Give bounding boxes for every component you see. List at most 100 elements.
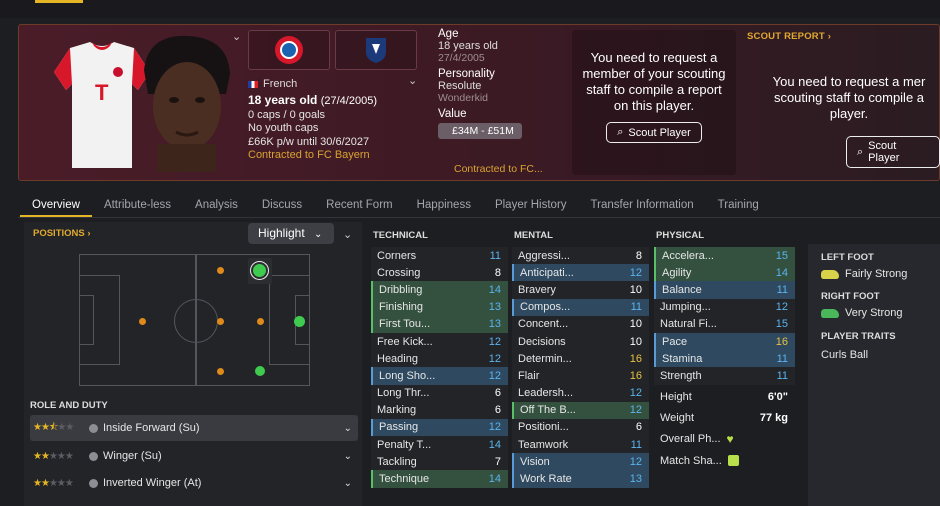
- info-icon[interactable]: [89, 423, 98, 433]
- technical-attribute-row[interactable]: First Tou... 13: [371, 315, 508, 333]
- attribute-value: 16: [775, 335, 788, 348]
- physical-attribute-row[interactable]: Strength 11: [654, 367, 795, 385]
- chevron-down-icon[interactable]: ⌄: [344, 423, 352, 434]
- chevron-down-icon[interactable]: ⌄: [408, 74, 417, 87]
- mental-attribute-row[interactable]: Concent... 10: [512, 315, 649, 333]
- attribute-value: 16: [629, 352, 642, 365]
- highlight-dropdown[interactable]: Highlight ⌄: [248, 223, 334, 244]
- attribute-name: Aggressi...: [518, 249, 570, 262]
- position-dot[interactable]: [139, 318, 146, 325]
- technical-attribute-row[interactable]: Tackling 7: [371, 453, 508, 471]
- technical-attribute-row[interactable]: Finishing 13: [371, 298, 508, 316]
- position-dot-natural[interactable]: [253, 264, 266, 277]
- technical-attribute-row[interactable]: Dribbling 14: [371, 281, 508, 299]
- mental-attribute-row[interactable]: Vision 12: [512, 453, 649, 471]
- mental-attribute-row[interactable]: Bravery 10: [512, 281, 649, 299]
- attribute-value: 15: [775, 318, 788, 331]
- chevron-down-icon[interactable]: ⌄: [344, 451, 352, 462]
- physical-attribute-row[interactable]: Accelera... 15: [654, 247, 795, 265]
- contract-link[interactable]: Contracted to FC Bayern: [248, 149, 377, 163]
- mental-attribute-row[interactable]: Positioni... 6: [512, 418, 649, 437]
- tab-player-history[interactable]: Player History: [483, 197, 579, 217]
- scout-report-link[interactable]: SCOUT REPORT ›: [747, 31, 831, 42]
- attribute-name: Anticipati...: [520, 266, 574, 279]
- attribute-value: 12: [488, 369, 501, 382]
- position-dot[interactable]: [257, 318, 264, 325]
- mental-attribute-row[interactable]: Anticipati... 12: [512, 264, 649, 282]
- technical-attribute-row[interactable]: Free Kick... 12: [371, 332, 508, 351]
- position-dot[interactable]: [217, 267, 224, 274]
- club-crest[interactable]: [248, 30, 330, 70]
- scout-player-button[interactable]: ⌕ Scout Player: [606, 122, 702, 143]
- national-team-crest[interactable]: [335, 30, 417, 70]
- caps: 0 caps / 0 goals: [248, 108, 326, 121]
- mental-attribute-row[interactable]: Teamwork 11: [512, 436, 649, 454]
- attribute-name: Stamina: [662, 352, 703, 365]
- attribute-value: 12: [629, 455, 642, 468]
- attribute-name: Teamwork: [518, 438, 569, 451]
- tab-attribute-less[interactable]: Attribute-less: [92, 197, 183, 217]
- technical-attribute-row[interactable]: Technique 14: [371, 470, 508, 488]
- physical-attribute-row[interactable]: Jumping... 12: [654, 298, 795, 316]
- attribute-name: Free Kick...: [377, 335, 433, 348]
- mental-attribute-row[interactable]: Decisions 10: [512, 332, 649, 351]
- attribute-value: 6: [635, 421, 642, 434]
- technical-attribute-row[interactable]: Crossing 8: [371, 264, 508, 282]
- mental-attribute-row[interactable]: Aggressi... 8: [512, 247, 649, 265]
- attribute-name: Agility: [662, 266, 692, 279]
- tab-discuss[interactable]: Discuss: [250, 197, 314, 217]
- attribute-value: 11: [776, 369, 788, 382]
- physical-attribute-row[interactable]: Agility 14: [654, 264, 795, 282]
- chevron-down-icon[interactable]: ⌄: [343, 228, 352, 241]
- attribute-name: Bravery: [518, 283, 556, 296]
- attribute-value: 13: [488, 318, 501, 331]
- tab-training[interactable]: Training: [706, 197, 771, 217]
- attribute-name: Jumping...: [660, 301, 711, 314]
- youth-caps: No youth caps: [248, 122, 319, 134]
- role-duty-label: ROLE AND DUTY: [30, 400, 108, 411]
- technical-attribute-row[interactable]: Marking 6: [371, 401, 508, 419]
- position-dot-competent[interactable]: [255, 366, 265, 376]
- scout-player-button-2[interactable]: ⌕ Scout Player: [846, 136, 940, 168]
- chevron-down-icon[interactable]: ⌄: [232, 30, 241, 43]
- tab-transfer-information[interactable]: Transfer Information: [579, 197, 706, 217]
- mental-attribute-row[interactable]: Determin... 16: [512, 350, 649, 368]
- tab-happiness[interactable]: Happiness: [405, 197, 483, 217]
- role-row[interactable]: ★★★★★ Winger (Su) ⌄: [30, 443, 358, 469]
- centre-circle: [174, 299, 218, 343]
- technical-attribute-row[interactable]: Heading 12: [371, 350, 508, 368]
- mental-attribute-row[interactable]: Compos... 11: [512, 298, 649, 316]
- positions-link[interactable]: POSITIONS ›: [33, 228, 91, 239]
- chevron-down-icon[interactable]: ⌄: [344, 478, 352, 489]
- position-dot[interactable]: [217, 318, 224, 325]
- tab-recent-form[interactable]: Recent Form: [314, 197, 404, 217]
- physical-attribute-row[interactable]: Stamina 11: [654, 350, 795, 368]
- mental-attribute-row[interactable]: Off The B... 12: [512, 401, 649, 419]
- attribute-value: 12: [488, 421, 501, 434]
- technical-attribute-row[interactable]: Penalty T... 14: [371, 436, 508, 454]
- info-icon[interactable]: [89, 478, 98, 488]
- mental-attribute-row[interactable]: Flair 16: [512, 367, 649, 385]
- physical-attributes: PHYSICAL Accelera... 15 Agility 14 Balance 11…: [654, 230, 795, 469]
- technical-attribute-row[interactable]: Passing 12: [371, 418, 508, 437]
- attribute-value: 14: [488, 438, 501, 451]
- position-dot-accomplished[interactable]: [294, 316, 305, 327]
- physical-attribute-row[interactable]: Natural Fi... 15: [654, 315, 795, 333]
- technical-attribute-row[interactable]: Long Thr... 6: [371, 384, 508, 402]
- role-row[interactable]: ★★★★★ Inverted Winger (At) ⌄: [30, 470, 358, 496]
- physical-attribute-row[interactable]: Pace 16: [654, 332, 795, 351]
- tab-overview[interactable]: Overview: [20, 197, 92, 217]
- mental-attribute-row[interactable]: Leadersh... 12: [512, 384, 649, 402]
- contract-short[interactable]: Contracted to FC...: [454, 163, 543, 175]
- attribute-value: 11: [630, 301, 642, 314]
- info-icon[interactable]: [89, 451, 98, 461]
- technical-attribute-row[interactable]: Corners 11: [371, 247, 508, 265]
- mental-attribute-row[interactable]: Work Rate 13: [512, 470, 649, 488]
- physical-attribute-row[interactable]: Balance 11: [654, 281, 795, 299]
- position-dot[interactable]: [217, 368, 224, 375]
- role-row[interactable]: ★★⯪★★ Inside Forward (Su) ⌄: [30, 415, 358, 441]
- attribute-value: 10: [629, 283, 642, 296]
- tab-analysis[interactable]: Analysis: [183, 197, 250, 217]
- attribute-value: 14: [488, 283, 501, 296]
- technical-attribute-row[interactable]: Long Sho... 12: [371, 367, 508, 385]
